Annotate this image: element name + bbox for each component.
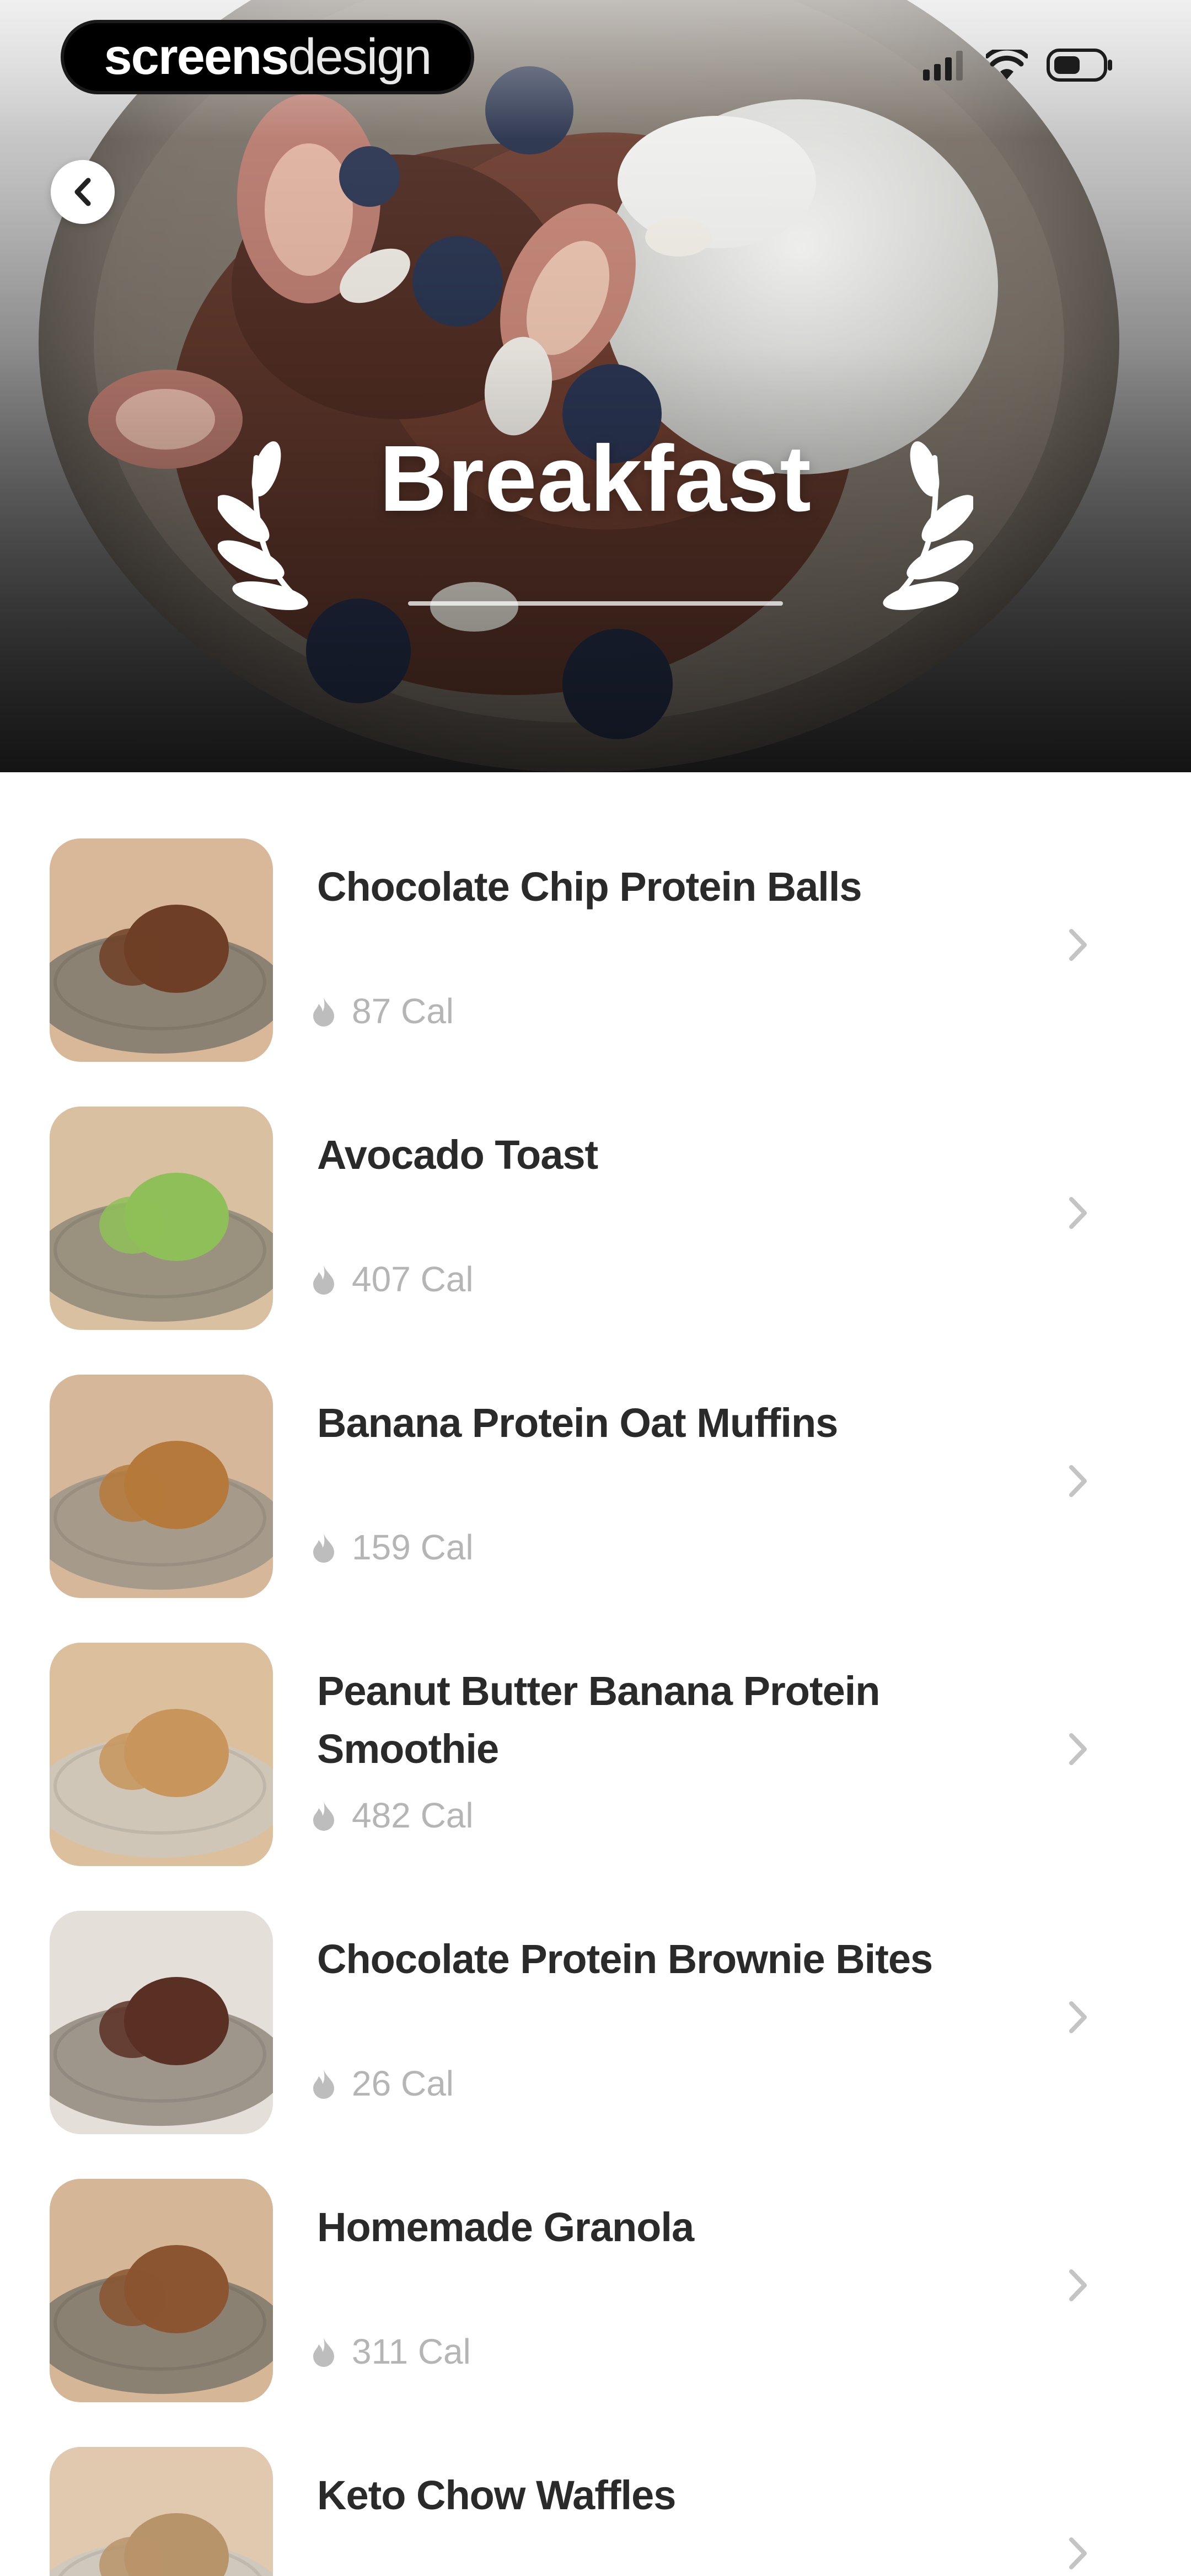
wifi-icon <box>986 50 1028 79</box>
chevron-left-icon <box>74 178 91 206</box>
recipe-name: Peanut Butter Banana Protein Smoothie <box>317 1668 881 1772</box>
signal-icon <box>923 51 963 81</box>
chevron-right-icon <box>1069 929 1087 961</box>
chevron-right-icon <box>1069 2269 1087 2301</box>
calorie-text: 311 Cal <box>352 2332 471 2371</box>
recipe-list-item[interactable]: Peanut Butter Banana Protein Smoothie 48… <box>0 1576 1191 1866</box>
recipe-thumbnail <box>50 838 273 1062</box>
recipe-thumbnail <box>50 1107 273 1330</box>
flame-icon <box>313 2338 334 2367</box>
calorie-info: 482 Cal <box>308 1795 474 1836</box>
flame-icon <box>313 1802 334 1831</box>
recipe-thumbnail <box>50 1643 273 1866</box>
chevron-right-icon <box>1069 1465 1087 1497</box>
calorie-info: 26 Cal <box>308 2063 454 2104</box>
calorie-text: 159 Cal <box>352 1527 474 1567</box>
flame-icon <box>313 997 334 1027</box>
brand-bold-text: screens <box>104 29 289 85</box>
recipe-list-item[interactable]: Banana Protein Oat Muffins 159 Cal <box>0 1308 1191 1598</box>
recipe-list-item[interactable]: Chocolate Protein Brownie Bites 26 Cal <box>0 1845 1191 2134</box>
calorie-text: 26 Cal <box>352 2064 454 2103</box>
calorie-text: 482 Cal <box>352 1795 474 1835</box>
chevron-right-icon <box>1069 2537 1087 2569</box>
calorie-info: 159 Cal <box>308 1527 474 1568</box>
recipe-name: Banana Protein Oat Muffins <box>317 1400 838 1446</box>
hero-gradient-overlay <box>0 0 1191 772</box>
recipe-list-item[interactable]: Chocolate Chip Protein Balls 87 Cal <box>0 772 1191 1062</box>
back-button[interactable] <box>51 160 115 224</box>
calorie-info: 407 Cal <box>308 1259 474 1300</box>
flame-icon <box>313 2070 334 2099</box>
flame-icon <box>313 1265 334 1295</box>
calorie-info: 311 Cal <box>308 2331 471 2372</box>
chevron-right-icon <box>1069 1733 1087 1765</box>
battery-icon <box>1047 49 1112 82</box>
recipe-thumbnail <box>50 1375 273 1598</box>
recipe-name: Keto Chow Waffles <box>317 2472 676 2518</box>
chevron-right-icon <box>1069 2001 1087 2033</box>
calorie-text: 87 Cal <box>352 991 454 1031</box>
brand-watermark: screens design <box>61 20 474 94</box>
recipe-name: Avocado Toast <box>317 1132 598 1178</box>
brand-light-text: design <box>288 29 432 85</box>
recipe-list-item[interactable]: Keto Chow Waffles <box>0 2381 1191 2576</box>
calorie-text: 407 Cal <box>352 1259 474 1299</box>
recipe-list-item[interactable]: Homemade Granola 311 Cal <box>0 2113 1191 2402</box>
page-title: Breakfast <box>379 426 812 531</box>
recipe-list: Chocolate Chip Protein Balls 87 Cal Avoc… <box>0 772 1191 2576</box>
status-bar <box>923 49 1114 82</box>
hero-header: screens design Breakfast <box>0 0 1191 772</box>
recipe-name: Chocolate Chip Protein Balls <box>317 864 862 910</box>
recipe-thumbnail <box>50 1911 273 2134</box>
recipe-name: Chocolate Protein Brownie Bites <box>317 1936 933 1982</box>
flame-icon <box>313 1533 334 1563</box>
calorie-info: 87 Cal <box>308 991 454 1032</box>
recipe-name: Homemade Granola <box>317 2204 694 2250</box>
chevron-right-icon <box>1069 1197 1087 1229</box>
recipe-thumbnail <box>50 2179 273 2402</box>
recipe-list-item[interactable]: Avocado Toast 407 Cal <box>0 1040 1191 1330</box>
title-underline <box>408 601 783 606</box>
recipe-thumbnail <box>50 2447 273 2576</box>
